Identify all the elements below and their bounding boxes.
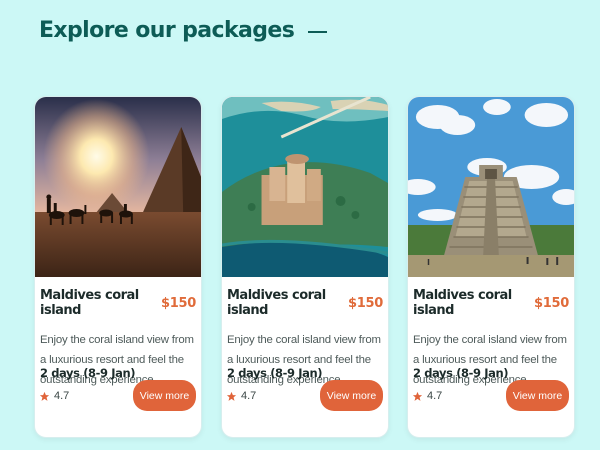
package-duration: 2 days (8-9 Jan) xyxy=(40,366,136,380)
package-image-chichen-itza xyxy=(408,97,574,277)
view-more-button[interactable]: View more xyxy=(320,380,383,411)
package-title: Maldives coral island xyxy=(413,288,512,318)
card-body: Maldives coral island $150 Enjoy the cor… xyxy=(35,277,201,437)
star-icon xyxy=(39,391,50,401)
package-title: Maldives coral island xyxy=(227,288,326,318)
title-dash-decoration xyxy=(308,30,328,33)
package-price: $150 xyxy=(348,295,383,311)
rating-value: 4.7 xyxy=(427,390,443,402)
section-header: Explore our packages xyxy=(39,18,328,43)
view-more-button[interactable]: View more xyxy=(506,380,569,411)
package-rating: 4.7 xyxy=(412,390,442,402)
package-price: $150 xyxy=(161,295,196,311)
package-title: Maldives coral island xyxy=(40,288,139,318)
package-duration: 2 days (8-9 Jan) xyxy=(227,366,323,380)
package-duration: 2 days (8-9 Jan) xyxy=(413,366,509,380)
package-card[interactable]: Maldives coral island $150 Enjoy the cor… xyxy=(34,96,202,438)
star-icon xyxy=(226,391,237,401)
package-image-island-resort xyxy=(222,97,388,277)
package-rating: 4.7 xyxy=(39,390,69,402)
package-card[interactable]: Maldives coral island $150 Enjoy the cor… xyxy=(221,96,389,438)
card-body: Maldives coral island $150 Enjoy the cor… xyxy=(408,277,574,437)
package-image-desert-pyramid xyxy=(35,97,201,277)
card-body: Maldives coral island $150 Enjoy the cor… xyxy=(222,277,388,437)
package-rating: 4.7 xyxy=(226,390,256,402)
rating-value: 4.7 xyxy=(241,390,257,402)
star-icon xyxy=(412,391,423,401)
section-title: Explore our packages xyxy=(39,18,295,43)
package-price: $150 xyxy=(534,295,569,311)
package-card[interactable]: Maldives coral island $150 Enjoy the cor… xyxy=(407,96,575,438)
view-more-button[interactable]: View more xyxy=(133,380,196,411)
rating-value: 4.7 xyxy=(54,390,70,402)
